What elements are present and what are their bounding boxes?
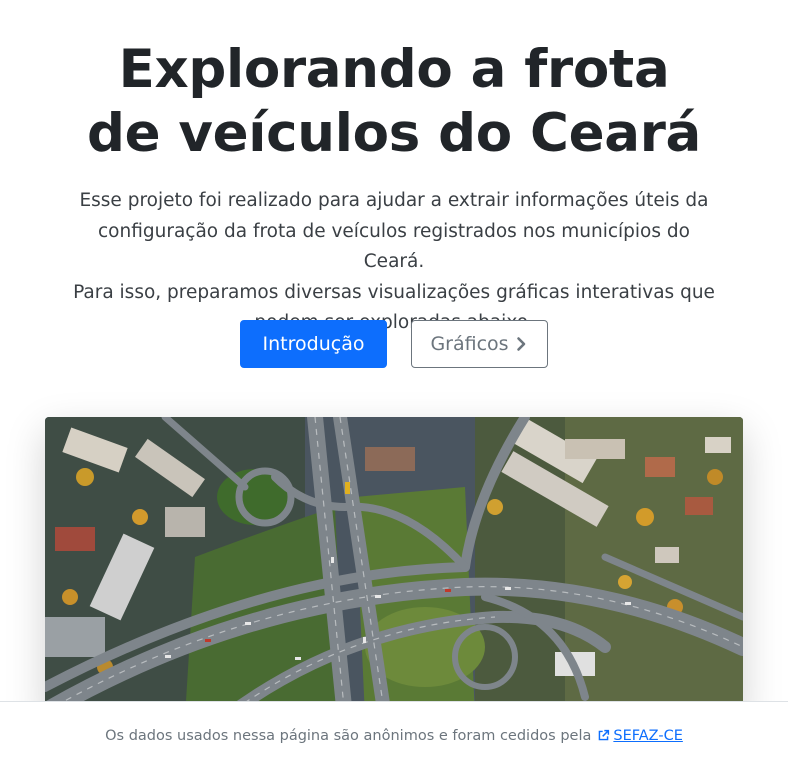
lead-line: podem ser exploradas abaixo. — [254, 312, 534, 333]
aerial-highway-image — [45, 417, 743, 717]
lead-paragraph: Esse projeto foi realizado para ajudar a… — [70, 186, 718, 339]
chevron-right-icon — [516, 337, 525, 351]
page-title-line-2: de veículos do Ceará — [86, 103, 702, 164]
page-title: Explorando a frota de veículos do Ceará — [0, 38, 788, 166]
footer-text: Os dados usados nessa página são anônimo… — [105, 727, 592, 744]
charts-button-label: Gráficos — [430, 333, 509, 355]
hero-image — [45, 417, 743, 717]
external-link-icon — [599, 729, 610, 741]
footer: Os dados usados nessa página são anônimo… — [0, 701, 788, 769]
sefaz-link-label: SEFAZ-CE — [613, 727, 683, 744]
intro-button[interactable]: Introdução — [240, 320, 387, 368]
charts-button[interactable]: Gráficos — [411, 320, 548, 368]
sefaz-link[interactable]: SEFAZ-CE — [597, 728, 683, 744]
lead-line: Para isso, preparamos diversas visualiza… — [73, 281, 715, 303]
lead-line: configuração da frota de veículos regist… — [98, 220, 690, 273]
intro-button-label: Introdução — [262, 333, 365, 355]
page-title-line-1: Explorando a frota — [118, 39, 670, 100]
lead-line: Esse projeto foi realizado para ajudar a… — [79, 190, 709, 211]
